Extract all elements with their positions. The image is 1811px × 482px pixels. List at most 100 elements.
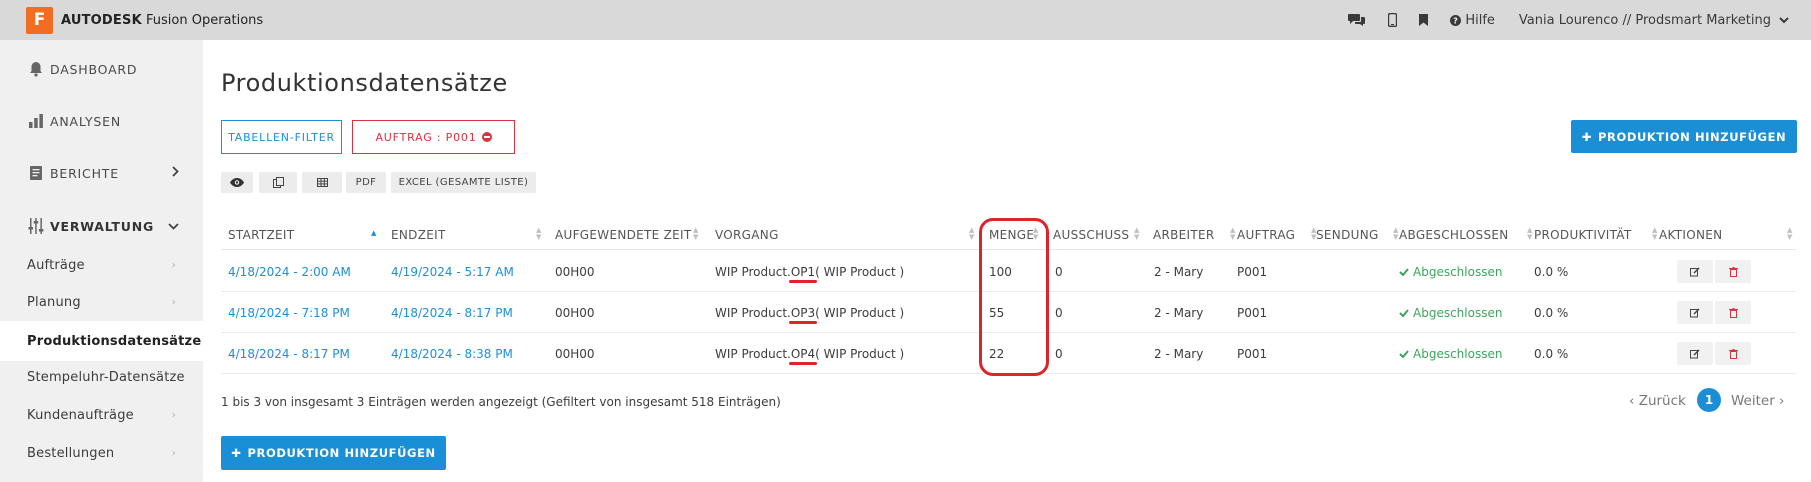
sidebar-subitem-label: Aufträge bbox=[27, 257, 85, 273]
edit-button[interactable] bbox=[1677, 342, 1713, 365]
sidebar-item-label: ANALYSEN bbox=[50, 113, 121, 129]
check-icon bbox=[1399, 267, 1409, 276]
sidebar-subitem-produktionsdatensaetze[interactable]: Produktionsdatensätze bbox=[0, 321, 203, 361]
add-production-label: PRODUKTION HINZUFÜGEN bbox=[247, 446, 436, 460]
sidebar-item-analysen[interactable]: ANALYSEN bbox=[0, 96, 203, 146]
column-header-produktivitaet[interactable]: PRODUKTIVITÄT bbox=[1534, 219, 1632, 250]
bar-chart-icon bbox=[26, 113, 46, 129]
column-header-sendung[interactable]: SENDUNG bbox=[1316, 219, 1379, 250]
operation-suffix: ( WIP Product ) bbox=[815, 264, 905, 279]
start-time-link[interactable]: 4/18/2024 - 7:18 PM bbox=[228, 292, 350, 333]
excel-button[interactable]: EXCEL (GESAMTE LISTE) bbox=[391, 172, 536, 193]
sidebar-item-berichte[interactable]: BERICHTE bbox=[0, 148, 203, 198]
spent-time: 00H00 bbox=[555, 305, 595, 320]
check-icon bbox=[1399, 308, 1409, 317]
table-icon bbox=[316, 178, 328, 187]
chevron-down-icon bbox=[168, 220, 179, 233]
order: P001 bbox=[1237, 264, 1268, 279]
start-time-link[interactable]: 4/18/2024 - 2:00 AM bbox=[228, 251, 351, 292]
end-time-link[interactable]: 4/18/2024 - 8:17 PM bbox=[391, 292, 513, 333]
active-filter-chip[interactable]: AUFTRAG : P001 bbox=[352, 120, 515, 154]
sidebar: DASHBOARD ANALYSEN BERICHTE VERWALTUNG A… bbox=[0, 40, 203, 482]
question-circle-icon: ? bbox=[1450, 14, 1462, 26]
sort-icon: ▲ ▼ bbox=[693, 226, 699, 241]
add-production-button-top[interactable]: ✚ PRODUKTION HINZUFÜGEN bbox=[1571, 120, 1797, 153]
sidebar-subitem-stempeluhr[interactable]: Stempeluhr-Datensätze bbox=[0, 359, 203, 395]
svg-text:?: ? bbox=[1454, 16, 1459, 25]
help-link[interactable]: ? Hilfe bbox=[1450, 13, 1495, 28]
user-menu[interactable]: Vania Lourenco // Prodsmart Marketing bbox=[1519, 13, 1789, 28]
delete-button[interactable] bbox=[1715, 260, 1751, 283]
column-header-auftrag[interactable]: AUFTRAG bbox=[1237, 219, 1295, 250]
bookmark-icon[interactable] bbox=[1419, 14, 1429, 26]
spent-time: 00H00 bbox=[555, 346, 595, 361]
start-time-link[interactable]: 4/18/2024 - 8:17 PM bbox=[228, 333, 350, 374]
top-bar: F AUTODESK Fusion Operations ? Hilfe Van… bbox=[0, 0, 1811, 40]
sort-icon: ▲ ▼ bbox=[1134, 226, 1140, 241]
sidebar-subitem-auftraege[interactable]: Aufträge › bbox=[0, 247, 203, 283]
sidebar-subitem-bestellungen[interactable]: Bestellungen › bbox=[0, 435, 203, 471]
sidebar-subitem-label: Produktionsdatensätze bbox=[27, 333, 202, 349]
operation-cell: WIP Product. OP1 ( WIP Product ) bbox=[715, 251, 904, 292]
end-time-link[interactable]: 4/19/2024 - 5:17 AM bbox=[391, 251, 514, 292]
edit-icon bbox=[1690, 266, 1700, 276]
order: P001 bbox=[1237, 346, 1268, 361]
column-header-vorgang[interactable]: VORGANG bbox=[715, 219, 779, 250]
edit-icon bbox=[1690, 307, 1700, 317]
scrap: 0 bbox=[1055, 264, 1063, 279]
sidebar-subitem-kundenauftraege[interactable]: Kundenaufträge › bbox=[0, 397, 203, 433]
sidebar-subitem-planung[interactable]: Planung › bbox=[0, 284, 203, 320]
scrap: 0 bbox=[1055, 346, 1063, 361]
productivity: 0.0 % bbox=[1534, 305, 1569, 320]
mobile-icon[interactable] bbox=[1388, 13, 1398, 27]
worker: 2 - Mary bbox=[1154, 264, 1204, 279]
column-header-aufgewendete-zeit[interactable]: AUFGEWENDETE ZEIT bbox=[555, 219, 692, 250]
column-header-startzeit[interactable]: STARTZEIT bbox=[228, 219, 294, 250]
menge-highlight-annotation bbox=[979, 218, 1049, 376]
pagination-next[interactable]: Weiter › bbox=[1731, 388, 1784, 413]
copy-button[interactable] bbox=[259, 172, 297, 193]
remove-filter-icon[interactable] bbox=[481, 132, 492, 142]
chevron-right-icon: › bbox=[171, 447, 176, 459]
report-icon bbox=[26, 165, 46, 181]
sidebar-item-label: BERICHTE bbox=[50, 165, 119, 181]
add-production-button-bottom[interactable]: ✚ PRODUKTION HINZUFÜGEN bbox=[221, 436, 446, 470]
product-name: Fusion Operations bbox=[146, 12, 264, 28]
column-header-endzeit[interactable]: ENDZEIT bbox=[391, 219, 446, 250]
app-title[interactable]: AUTODESK Fusion Operations bbox=[61, 13, 263, 28]
fusion-logo-icon[interactable]: F bbox=[26, 6, 53, 34]
column-header-ausschuss[interactable]: AUSSCHUSS bbox=[1053, 219, 1129, 250]
sidebar-subitem-label: Kundenaufträge bbox=[27, 407, 134, 423]
edit-button[interactable] bbox=[1677, 260, 1713, 283]
operation-product: WIP Product. bbox=[715, 346, 791, 361]
active-filter-label: AUFTRAG : P001 bbox=[375, 130, 477, 144]
plus-icon: ✚ bbox=[231, 446, 242, 460]
column-visibility-button[interactable] bbox=[221, 172, 253, 193]
sidebar-item-verwaltung[interactable]: VERWALTUNG bbox=[0, 200, 203, 252]
edit-icon bbox=[1690, 348, 1700, 358]
completed-status: Abgeschlossen bbox=[1399, 251, 1502, 292]
pagination-page[interactable]: 1 bbox=[1697, 388, 1721, 412]
sidebar-item-dashboard[interactable]: DASHBOARD bbox=[0, 44, 203, 94]
eye-icon bbox=[230, 178, 244, 187]
column-header-arbeiter[interactable]: ARBEITER bbox=[1153, 219, 1215, 250]
trash-icon bbox=[1728, 348, 1738, 359]
productivity: 0.0 % bbox=[1534, 264, 1569, 279]
edit-button[interactable] bbox=[1677, 301, 1713, 324]
chat-icon[interactable] bbox=[1348, 13, 1366, 27]
trash-icon bbox=[1728, 266, 1738, 277]
pdf-button[interactable]: PDF bbox=[346, 172, 386, 193]
check-icon bbox=[1399, 349, 1409, 358]
delete-button[interactable] bbox=[1715, 301, 1751, 324]
end-time-link[interactable]: 4/18/2024 - 8:38 PM bbox=[391, 333, 513, 374]
completed-status: Abgeschlossen bbox=[1399, 292, 1502, 333]
table-filter-button[interactable]: TABELLEN-FILTER bbox=[221, 120, 342, 154]
pagination-prev[interactable]: ‹ Zurück bbox=[1629, 388, 1686, 413]
delete-button[interactable] bbox=[1715, 342, 1751, 365]
operation-product: WIP Product. bbox=[715, 305, 791, 320]
sort-icon: ▲ ▼ bbox=[1787, 226, 1793, 241]
csv-button[interactable] bbox=[302, 172, 342, 193]
sort-ascending-icon: ▲ bbox=[371, 229, 377, 237]
scrap: 0 bbox=[1055, 305, 1063, 320]
column-header-abgeschlossen[interactable]: ABGESCHLOSSEN bbox=[1399, 219, 1509, 250]
